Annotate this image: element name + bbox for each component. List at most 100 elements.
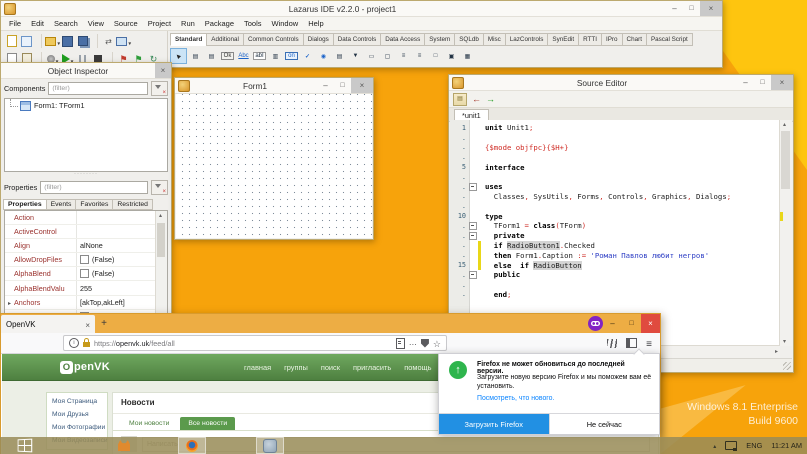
menu-tools[interactable]: Tools	[239, 19, 267, 28]
vk-nav-invite[interactable]: пригласить	[353, 363, 391, 372]
tmainmenu-icon[interactable]: ▤	[188, 49, 203, 63]
tedit-icon[interactable]: abI	[252, 49, 267, 63]
lazarus-titlebar[interactable]: Lazarus IDE v2.2.0 - project1	[1, 1, 722, 17]
vk-sidebar-my-page[interactable]: Моя Страница	[47, 395, 107, 408]
menu-package[interactable]: Package	[200, 19, 239, 28]
close-tab-icon[interactable]	[85, 315, 90, 333]
palette-tab-pascal-script[interactable]: Pascal Script	[646, 33, 693, 46]
minimize-button[interactable]	[666, 1, 683, 16]
palette-tab-ipro[interactable]: IPro	[601, 33, 623, 46]
resize-grip[interactable]	[783, 362, 791, 370]
editor-pages-button[interactable]: ▤	[453, 93, 467, 106]
vk-sidebar-my-friends[interactable]: Мои Друзья	[47, 408, 107, 421]
object-inspector-titlebar[interactable]: Object Inspector	[1, 63, 171, 79]
palette-tab-synedit[interactable]: SynEdit	[547, 33, 579, 46]
new-unit-button[interactable]	[4, 34, 19, 48]
page-info-icon[interactable]	[69, 338, 79, 348]
not-now-button[interactable]: Не сейчас	[549, 414, 660, 434]
dropdown-caret-icon[interactable]	[127, 32, 131, 50]
palette-tab-rtti[interactable]: RTTI	[578, 33, 602, 46]
tcombobox-icon[interactable]: ▼	[348, 49, 363, 63]
tmemo-icon[interactable]: ▥	[268, 49, 283, 63]
scrollbar-thumb[interactable]	[781, 131, 790, 189]
new-form-button[interactable]	[19, 34, 34, 48]
tray-expand-icon[interactable]	[713, 441, 716, 450]
components-filter-input[interactable]	[48, 82, 148, 95]
vk-tab-all-news[interactable]: Все новости	[180, 417, 235, 430]
save-button[interactable]	[60, 34, 75, 48]
tframe-icon[interactable]: ▣	[444, 49, 459, 63]
palette-tab-system[interactable]: System	[424, 33, 455, 46]
save-all-button[interactable]	[75, 34, 90, 48]
shield-icon[interactable]	[421, 339, 429, 348]
tpopupmenu-icon[interactable]: ▤	[204, 49, 219, 63]
jump-forward-icon[interactable]: →	[486, 95, 495, 104]
browser-tab[interactable]: OpenVK	[1, 315, 95, 333]
minimize-button[interactable]	[603, 314, 622, 333]
tlabel-icon[interactable]: Abc	[236, 49, 251, 63]
tlistbox-icon[interactable]: ▤	[332, 49, 347, 63]
open-button[interactable]	[41, 34, 60, 48]
palette-tab-standard[interactable]: Standard	[170, 33, 207, 46]
cursor-tool-icon[interactable]: ▲	[170, 48, 187, 64]
cat-icon[interactable]	[118, 440, 130, 451]
checkbox[interactable]	[80, 269, 89, 278]
palette-tab-sqldb[interactable]: SQLdb	[454, 33, 484, 46]
menu-source[interactable]: Source	[109, 19, 143, 28]
vk-tab-my-news[interactable]: Мои новости	[121, 417, 177, 430]
fold-icon[interactable]	[469, 222, 477, 230]
palette-tab-data-access[interactable]: Data Access	[380, 33, 425, 46]
minimize-button[interactable]	[317, 78, 334, 93]
tradiogroup-icon[interactable]: ≡	[396, 49, 411, 63]
download-firefox-button[interactable]: Загрузить Firefox	[439, 414, 549, 434]
AllowDropFiles[interactable]: AllowDropFiles (False)	[5, 253, 156, 267]
reader-mode-icon[interactable]	[396, 338, 405, 349]
menu-window[interactable]: Window	[267, 19, 304, 28]
vk-nav-search[interactable]: поиск	[321, 363, 340, 372]
tpanel-icon[interactable]: □	[428, 49, 443, 63]
close-button[interactable]	[351, 78, 373, 93]
close-icon[interactable]	[155, 63, 171, 78]
fold-icon[interactable]	[469, 183, 477, 191]
menu-search[interactable]: Search	[49, 19, 83, 28]
maximize-button[interactable]	[622, 314, 641, 333]
form-design-surface[interactable]	[176, 94, 372, 238]
Align[interactable]: Align alNone	[5, 239, 156, 253]
palette-tab-lazcontrols[interactable]: LazControls	[505, 33, 549, 46]
bookmark-star-icon[interactable]	[433, 334, 441, 352]
firefox-titlebar[interactable]: OpenVK	[1, 314, 660, 333]
vk-nav-groups[interactable]: группы	[284, 363, 308, 372]
maximize-button[interactable]	[334, 78, 351, 93]
vk-sidebar-my-photos[interactable]: Мои Фотографии	[47, 421, 107, 434]
Action[interactable]: Action	[5, 211, 156, 225]
menu-file[interactable]: File	[4, 19, 26, 28]
filter-icon[interactable]	[151, 180, 168, 195]
scrollbar[interactable]	[155, 211, 167, 316]
tradiobutton-icon[interactable]: ◉	[316, 49, 331, 63]
new-tab-button[interactable]	[95, 314, 113, 333]
ttogglebox-icon[interactable]: on	[284, 49, 299, 63]
network-icon[interactable]	[725, 441, 737, 450]
url-bar[interactable]: https://openvk.uk/feed/all	[63, 335, 447, 351]
scrollbar-thumb[interactable]	[157, 223, 165, 257]
taskbar-lazarus-button[interactable]	[256, 437, 284, 454]
openvk-logo[interactable]: O penVK	[60, 361, 110, 374]
sidebar-icon[interactable]	[626, 338, 637, 348]
properties-filter-input[interactable]	[40, 181, 148, 194]
AlphaBlend[interactable]: AlphaBlend (False)	[5, 267, 156, 281]
tactionlist-icon[interactable]: ▦	[460, 49, 475, 63]
expand-arrow-icon[interactable]	[8, 298, 11, 307]
palette-tab-dialogs[interactable]: Dialogs	[303, 33, 334, 46]
tgroupbox-icon[interactable]: ▢	[380, 49, 395, 63]
menu-edit[interactable]: Edit	[26, 19, 49, 28]
clock[interactable]: 11:21 AM	[771, 441, 802, 450]
jump-back-icon[interactable]: ←	[472, 95, 481, 104]
source-editor-titlebar[interactable]: Source Editor	[449, 75, 793, 91]
menu-help[interactable]: Help	[303, 19, 328, 28]
form-designer-titlebar[interactable]: Form1	[175, 78, 373, 94]
AlphaBlendValu[interactable]: AlphaBlendValu 255	[5, 281, 156, 295]
whats-new-link[interactable]: Посмотреть, что нового.	[477, 395, 653, 402]
taskbar-firefox-button[interactable]	[178, 437, 206, 454]
library-icon[interactable]	[607, 339, 617, 348]
checkbox[interactable]	[80, 255, 89, 264]
